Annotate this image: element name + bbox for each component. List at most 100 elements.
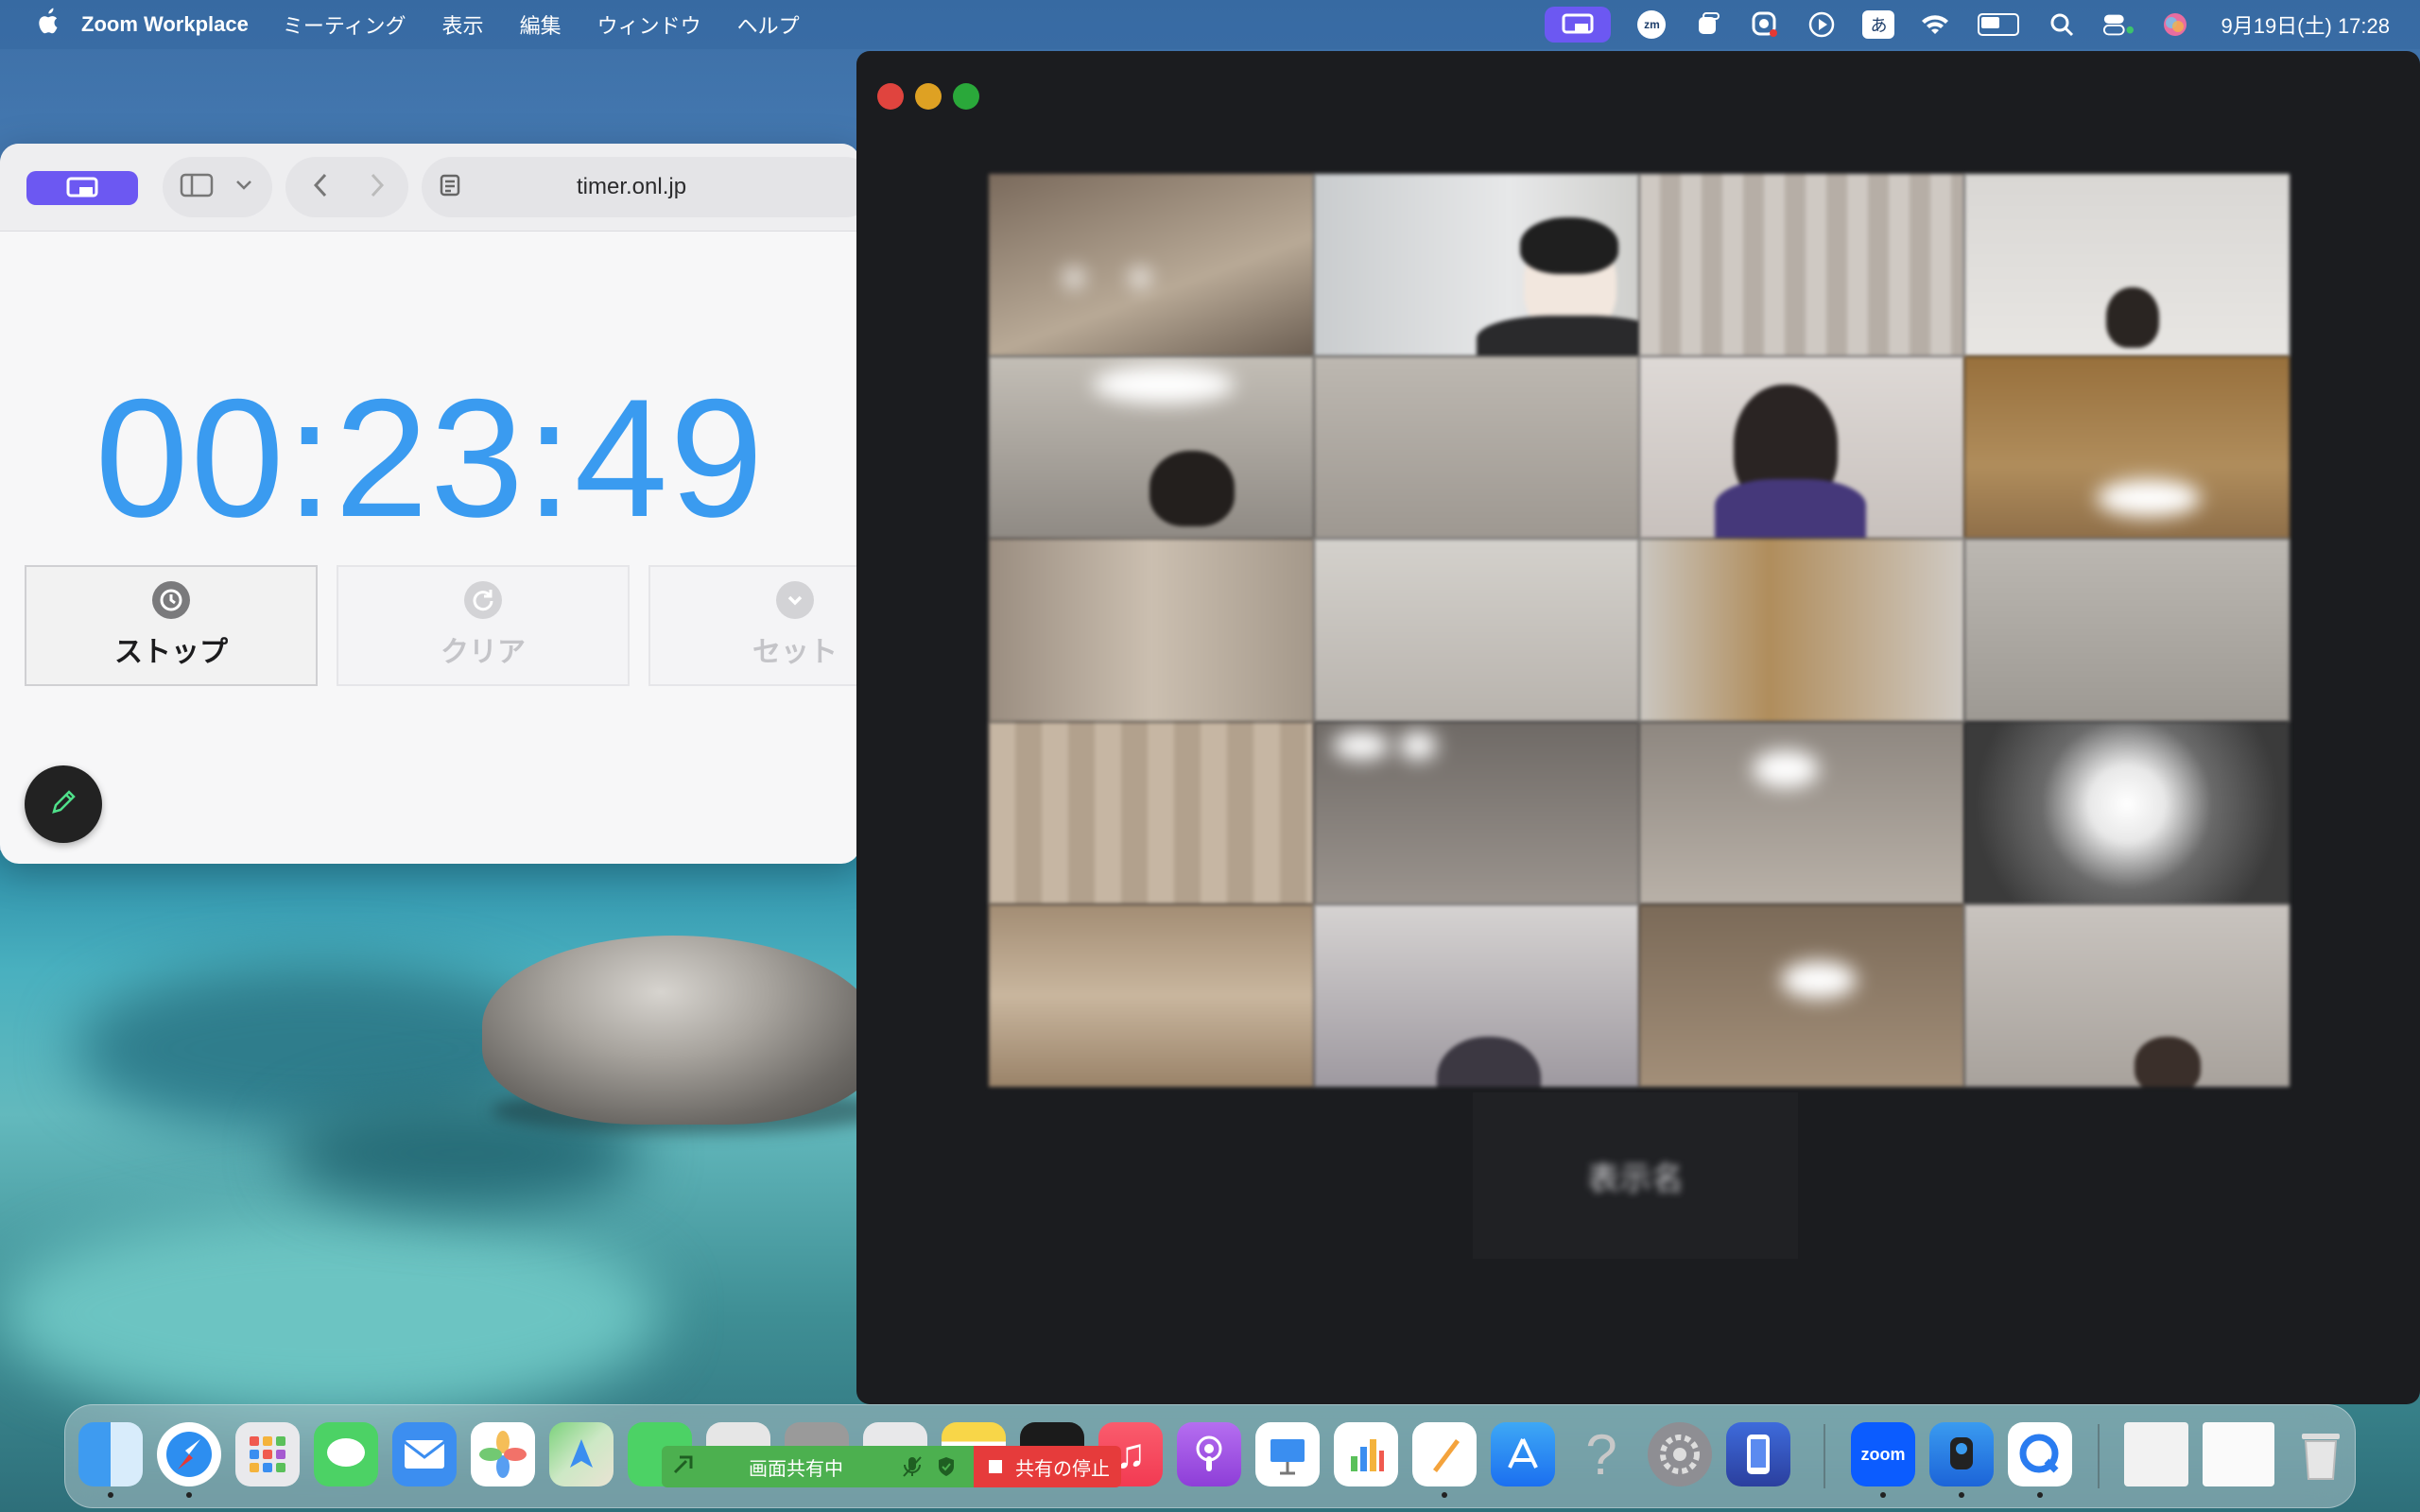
pencil-icon: [46, 785, 80, 824]
iphone-mirroring-icon[interactable]: [1726, 1422, 1790, 1486]
participant-video[interactable]: [1964, 903, 2290, 1087]
participant-video[interactable]: [1639, 539, 1964, 722]
menu-help[interactable]: ヘルプ: [737, 9, 800, 40]
participant-video[interactable]: [989, 356, 1314, 540]
wifi-icon[interactable]: [1919, 9, 1951, 41]
menu-edit[interactable]: 編集: [520, 9, 562, 40]
spotlight-search-icon[interactable]: [2046, 9, 2078, 41]
participant-video[interactable]: [1639, 356, 1964, 540]
participant-video[interactable]: [1964, 174, 2290, 357]
set-button[interactable]: セット: [648, 565, 860, 686]
participant-video[interactable]: [1314, 356, 1639, 540]
safari-icon[interactable]: [157, 1422, 221, 1486]
clear-button-label: クリア: [441, 637, 526, 668]
stage-manager-icon[interactable]: [1692, 9, 1724, 41]
shield-icon[interactable]: [936, 1455, 957, 1484]
participant-gallery: [989, 174, 2290, 1087]
menu-view[interactable]: 表示: [442, 9, 484, 40]
participant-video[interactable]: [989, 174, 1314, 357]
siri-icon[interactable]: [2159, 9, 2191, 41]
back-icon[interactable]: [312, 172, 329, 203]
maps-icon[interactable]: [549, 1422, 614, 1486]
timer-display: 00:23:49: [95, 364, 766, 552]
menu-meeting[interactable]: ミーティング: [283, 9, 406, 40]
stop-button-label: ストップ: [114, 637, 228, 668]
wallpaper-rock: [482, 936, 879, 1125]
participant-video[interactable]: [1314, 174, 1639, 357]
sidebar-toggle-group: [163, 157, 272, 217]
podcasts-icon[interactable]: [1177, 1422, 1241, 1486]
control-center-icon[interactable]: [2102, 9, 2135, 41]
stop-button[interactable]: ストップ: [25, 565, 318, 686]
mail-icon[interactable]: [392, 1422, 457, 1486]
photos-icon[interactable]: [471, 1422, 535, 1486]
share-status-area[interactable]: 画面共有中: [662, 1446, 974, 1487]
stop-share-button[interactable]: 共有の停止: [974, 1446, 1121, 1487]
fullscreen-window-button[interactable]: [953, 83, 979, 110]
participant-video[interactable]: [1639, 174, 1964, 357]
browser-toolbar: timer.onl.jp: [0, 144, 860, 232]
app-store-icon[interactable]: [1491, 1422, 1555, 1486]
trash-icon[interactable]: [2289, 1422, 2353, 1486]
play-icon[interactable]: [1806, 9, 1838, 41]
zoom-meeting-window: 表示名: [856, 51, 2420, 1404]
mic-muted-icon[interactable]: [902, 1455, 923, 1484]
stop-share-label: 共有の停止: [1015, 1458, 1110, 1480]
participant-name-tile[interactable]: 表示名: [1473, 1092, 1798, 1259]
document-icon[interactable]: [2203, 1422, 2274, 1486]
recording-icon[interactable]: [1749, 9, 1781, 41]
help-icon[interactable]: ?: [1569, 1422, 1634, 1486]
browser-window: timer.onl.jp 00:23:49 ストップ クリア セット: [0, 144, 860, 864]
keynote-icon[interactable]: [1255, 1422, 1320, 1486]
system-settings-icon[interactable]: [1648, 1422, 1712, 1486]
numbers-icon[interactable]: [1334, 1422, 1398, 1486]
participant-video[interactable]: [989, 721, 1314, 904]
menu-clock[interactable]: 9月19日(土) 17:28: [2221, 9, 2390, 40]
drag-handle-icon[interactable]: [671, 1452, 696, 1482]
app-name-menu[interactable]: Zoom Workplace: [81, 12, 249, 37]
zoom-menu-icon[interactable]: zm: [1635, 9, 1668, 41]
quicktime-icon[interactable]: [2008, 1422, 2072, 1486]
forward-icon[interactable]: [369, 172, 386, 203]
document-icon[interactable]: [2124, 1422, 2188, 1486]
participant-video[interactable]: [1964, 356, 2290, 540]
close-window-button[interactable]: [877, 83, 904, 110]
webcam-icon[interactable]: [1929, 1422, 1994, 1486]
navigation-group: [285, 157, 408, 217]
pages-icon[interactable]: [1412, 1422, 1477, 1486]
messages-icon[interactable]: [314, 1422, 378, 1486]
participant-video[interactable]: [989, 539, 1314, 722]
dock: ♫ ? zoom: [64, 1404, 2356, 1508]
participant-video[interactable]: [1639, 721, 1964, 904]
stop-square-icon: [989, 1460, 1002, 1473]
sidebar-toggle-icon[interactable]: [180, 172, 214, 203]
menu-extras: zm あ 9月19日(土) 17:28: [1532, 0, 2420, 49]
minimize-window-button[interactable]: [915, 83, 942, 110]
participant-video[interactable]: [1964, 539, 2290, 722]
url-text[interactable]: timer.onl.jp: [577, 174, 686, 200]
menu-window[interactable]: ウィンドウ: [597, 9, 701, 40]
input-method-icon[interactable]: あ: [1862, 9, 1895, 41]
screen-share-indicator[interactable]: [26, 171, 138, 205]
screen-share-status-icon[interactable]: [1545, 7, 1612, 43]
zoom-dock-label: zoom: [1860, 1444, 1906, 1464]
launchpad-icon[interactable]: [235, 1422, 300, 1486]
participant-video[interactable]: [1314, 721, 1639, 904]
clear-button[interactable]: クリア: [337, 565, 630, 686]
participant-video[interactable]: [1314, 539, 1639, 722]
edit-button[interactable]: [25, 765, 102, 843]
share-status-label: 画面共有中: [749, 1458, 843, 1480]
page-menu-icon[interactable]: [439, 173, 465, 202]
participant-video[interactable]: [1964, 721, 2290, 904]
participant-video[interactable]: [1314, 903, 1639, 1087]
clock-icon: [152, 581, 190, 619]
participant-video[interactable]: [989, 903, 1314, 1087]
chevron-down-icon[interactable]: [234, 179, 253, 197]
menu-bar: Zoom Workplace ミーティング 表示 編集 ウィンドウ ヘルプ zm…: [0, 0, 2420, 49]
battery-icon[interactable]: [1976, 9, 2021, 41]
participant-video[interactable]: [1639, 903, 1964, 1087]
finder-icon[interactable]: [78, 1422, 143, 1486]
apple-menu-icon[interactable]: [34, 8, 58, 43]
zoom-icon[interactable]: zoom: [1851, 1422, 1915, 1486]
address-bar[interactable]: timer.onl.jp: [422, 157, 860, 217]
